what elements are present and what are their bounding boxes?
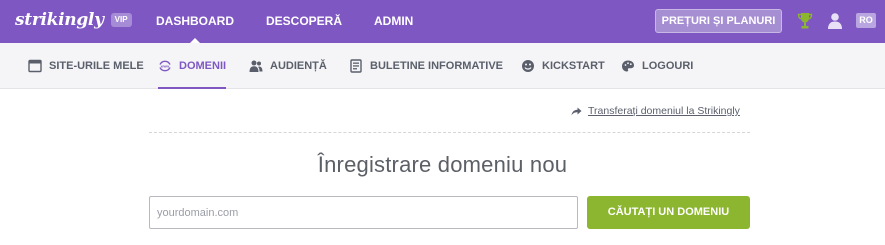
share-arrow-icon <box>571 107 582 115</box>
subnav-label: AUDIENȚĂ <box>270 60 327 72</box>
strikingly-logo[interactable]: strikingly VIP <box>15 9 132 31</box>
www-globe-icon: www <box>159 60 171 72</box>
search-domain-button[interactable]: CĂUTAȚI UN DOMENIU <box>587 196 750 229</box>
nav-admin[interactable]: ADMIN <box>374 0 413 43</box>
palette-icon <box>622 60 634 72</box>
window-icon <box>28 59 42 73</box>
subnav-label: DOMENII <box>179 60 227 72</box>
subnav-label: KICKSTART <box>542 60 605 72</box>
top-navbar: strikingly VIP DASHBOARD DESCOPERĂ ADMIN… <box>0 0 885 44</box>
sub-nav: SITE-URILE MELE www DOMENII AUDIENȚĂ BUL… <box>0 43 885 89</box>
language-selector[interactable]: RO <box>856 13 876 28</box>
svg-text:www: www <box>160 64 170 68</box>
dashed-divider <box>149 132 750 133</box>
subnav-logouri[interactable]: LOGOURI <box>621 43 693 89</box>
logo-text: strikingly <box>15 10 104 30</box>
users-icon <box>249 60 263 72</box>
subnav-site-urile-mele[interactable]: SITE-URILE MELE <box>28 43 144 89</box>
subnav-label: BULETINE INFORMATIVE <box>370 60 504 72</box>
nav-dashboard[interactable]: DASHBOARD <box>156 0 234 44</box>
subnav-label: SITE-URILE MELE <box>49 60 144 72</box>
vip-badge: VIP <box>110 13 132 27</box>
transfer-domain-link[interactable]: Transferați domeniul la Strikingly <box>571 105 740 117</box>
pricing-plans-button[interactable]: PREȚURI ȘI PLANURI <box>655 9 782 33</box>
subnav-buletine-informative[interactable]: BULETINE INFORMATIVE <box>349 43 503 89</box>
main-nav: DASHBOARD DESCOPERĂ ADMIN <box>156 0 445 44</box>
user-icon[interactable] <box>827 12 843 30</box>
newsletter-icon <box>350 59 362 73</box>
subnav-kickstart[interactable]: KICKSTART <box>521 43 605 89</box>
subnav-audienta[interactable]: AUDIENȚĂ <box>249 43 327 89</box>
smiley-icon <box>522 60 534 72</box>
subnav-label: LOGOURI <box>642 60 694 72</box>
domain-search-input[interactable] <box>149 196 578 229</box>
page-title: Înregistrare domeniu nou <box>317 152 568 177</box>
nav-descopera[interactable]: DESCOPERĂ <box>266 0 342 43</box>
transfer-link-text: Transferați domeniul la Strikingly <box>588 105 740 117</box>
trophy-icon[interactable] <box>797 12 813 30</box>
subnav-domenii[interactable]: www DOMENII <box>158 43 227 89</box>
